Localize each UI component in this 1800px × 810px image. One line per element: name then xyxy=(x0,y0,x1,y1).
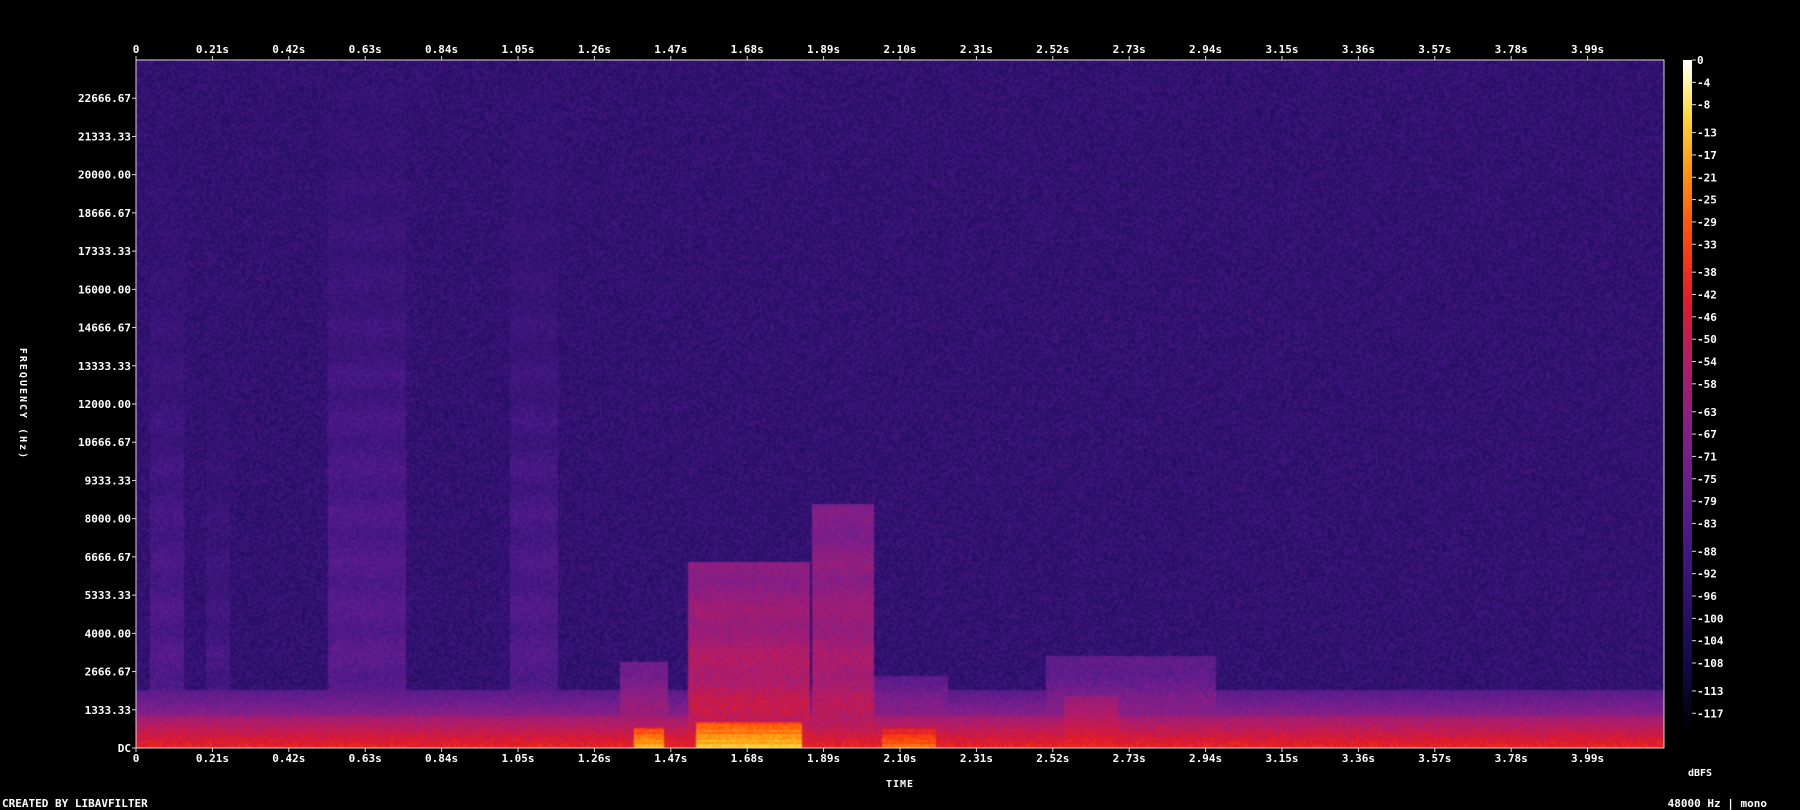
x-tick-label-bottom: 2.31s xyxy=(960,752,993,765)
colorbar-tick-label: -92 xyxy=(1697,568,1717,581)
colorbar-tick-label: -8 xyxy=(1697,99,1710,112)
colorbar-tick-label: -58 xyxy=(1697,378,1717,391)
x-tick-label-top: 2.10s xyxy=(883,43,916,56)
x-tick-label-bottom: 3.36s xyxy=(1342,752,1375,765)
x-tick-label-top: 3.78s xyxy=(1495,43,1528,56)
format-info: 48000 Hz | mono xyxy=(1667,797,1767,810)
y-tick-label: 22666.67 xyxy=(78,92,131,105)
x-axis-label: TIME xyxy=(886,779,914,790)
x-tick-label-top: 1.47s xyxy=(654,43,687,56)
colorbar-tick-label: -113 xyxy=(1697,685,1724,698)
colorbar-unit: dBFS xyxy=(1688,768,1712,779)
y-tick-label: 6666.67 xyxy=(85,551,131,564)
y-tick-label: 14666.67 xyxy=(78,322,131,335)
x-tick-label-bottom: 0.63s xyxy=(349,752,382,765)
y-tick-label: 16000.00 xyxy=(78,283,131,296)
colorbar-tick-label: -96 xyxy=(1697,590,1717,603)
x-tick-label-bottom: 0.42s xyxy=(272,752,305,765)
x-tick-label-top: 3.36s xyxy=(1342,43,1375,56)
x-tick-label-top: 2.31s xyxy=(960,43,993,56)
spectrogram-chart: 0 0.21s 0.42s 0.63s 0.84s 1.05s 1.26s 1.47s 1.68… xyxy=(17,43,1724,790)
y-tick-label: 2666.67 xyxy=(85,666,131,679)
colorbar-tick-label: -71 xyxy=(1697,450,1717,463)
y-tick-label: 4000.00 xyxy=(85,627,131,640)
colorbar-tick-label: -54 xyxy=(1697,356,1717,369)
x-tick-label-top: 3.99s xyxy=(1571,43,1604,56)
x-tick-label-bottom: 1.05s xyxy=(501,752,534,765)
x-tick-label-top: 0.42s xyxy=(272,43,305,56)
x-tick-label-bottom: 1.68s xyxy=(731,752,764,765)
y-axis: DC 1333.33 2666.67 4000.00 5333.33 6666.67 800… xyxy=(78,92,136,755)
colorbar-tick-label: -17 xyxy=(1697,149,1717,162)
x-tick-label-top: 2.94s xyxy=(1189,43,1222,56)
colorbar-tick-label: -50 xyxy=(1697,333,1717,346)
colorbar-tick-label: -13 xyxy=(1697,127,1717,140)
x-tick-label-bottom: 0.21s xyxy=(196,752,229,765)
colorbar-tick-label: -29 xyxy=(1697,216,1717,229)
y-tick-label: 20000.00 xyxy=(78,169,131,182)
colorbar-scale: 0 -4 -8 -13 -17 -21 -25 -29 -33 -38 -42 -46 -50 -54 -5… xyxy=(1692,54,1724,720)
x-tick-label-bottom: 2.10s xyxy=(883,752,916,765)
y-tick-label: 13333.33 xyxy=(78,360,131,373)
colorbar-tick-label: -4 xyxy=(1697,76,1711,89)
y-tick-label: 10666.67 xyxy=(78,436,131,449)
x-tick-label-top: 2.73s xyxy=(1113,43,1146,56)
x-axis-bottom: 0 0.21s 0.42s 0.63s 0.84s 1.05s 1.26s 1.47s 1.68… xyxy=(133,748,1604,765)
colorbar-tick-label: 0 xyxy=(1697,54,1704,67)
x-tick-label-bottom: 0.84s xyxy=(425,752,458,765)
x-tick-label-top: 0 xyxy=(133,43,140,56)
x-tick-label-bottom: 1.26s xyxy=(578,752,611,765)
x-tick-label-bottom: 3.78s xyxy=(1495,752,1528,765)
x-tick-label-bottom: 1.47s xyxy=(654,752,687,765)
colorbar-tick-label: -33 xyxy=(1697,238,1717,251)
x-tick-label-bottom: 3.57s xyxy=(1418,752,1451,765)
y-tick-label: 18666.67 xyxy=(78,207,131,220)
x-tick-label-bottom: 2.52s xyxy=(1036,752,1069,765)
y-tick-label: 1333.33 xyxy=(85,704,131,717)
colorbar-tick-label: -63 xyxy=(1697,406,1717,419)
x-tick-label-top: 2.52s xyxy=(1036,43,1069,56)
x-tick-label-top: 0.63s xyxy=(349,43,382,56)
colorbar-tick-label: -117 xyxy=(1697,707,1724,720)
colorbar-tick-label: -46 xyxy=(1697,311,1717,324)
y-tick-label: 12000.00 xyxy=(78,398,131,411)
x-tick-label-top: 1.68s xyxy=(731,43,764,56)
colorbar-tick-label: -75 xyxy=(1697,473,1717,486)
x-tick-label-bottom: 2.73s xyxy=(1113,752,1146,765)
x-tick-label-top: 1.26s xyxy=(578,43,611,56)
x-tick-label-top: 1.05s xyxy=(501,43,534,56)
x-tick-label-top: 0.84s xyxy=(425,43,458,56)
x-tick-label-bottom: 3.15s xyxy=(1265,752,1298,765)
spectrogram-heatmap xyxy=(136,60,1664,748)
colorbar-tick-label: -79 xyxy=(1697,495,1717,508)
y-tick-label: 17333.33 xyxy=(78,245,131,258)
credit-text: CREATED BY LIBAVFILTER xyxy=(2,797,148,810)
y-tick-label: DC xyxy=(118,742,131,755)
x-axis-top: 0 0.21s 0.42s 0.63s 0.84s 1.05s 1.26s 1.47s 1.68… xyxy=(133,43,1604,60)
colorbar-tick-label: -21 xyxy=(1697,171,1717,184)
x-tick-label-top: 3.57s xyxy=(1418,43,1451,56)
colorbar xyxy=(1683,60,1692,730)
colorbar-tick-label: -42 xyxy=(1697,289,1717,302)
colorbar-tick-label: -104 xyxy=(1697,635,1724,648)
colorbar-tick-label: -38 xyxy=(1697,266,1717,279)
x-tick-label-bottom: 2.94s xyxy=(1189,752,1222,765)
x-tick-label-top: 3.15s xyxy=(1265,43,1298,56)
y-axis-label: FREQUENCY (Hz) xyxy=(17,348,28,460)
x-tick-label-top: 1.89s xyxy=(807,43,840,56)
y-tick-label: 8000.00 xyxy=(85,513,131,526)
y-tick-label: 5333.33 xyxy=(85,589,131,602)
x-tick-label-bottom: 0 xyxy=(133,752,140,765)
x-tick-label-top: 0.21s xyxy=(196,43,229,56)
y-tick-label: 21333.33 xyxy=(78,130,131,143)
colorbar-tick-label: -25 xyxy=(1697,194,1717,207)
colorbar-tick-label: -67 xyxy=(1697,428,1717,441)
y-tick-label: 9333.33 xyxy=(85,474,131,487)
colorbar-tick-label: -100 xyxy=(1697,612,1724,625)
colorbar-tick-label: -88 xyxy=(1697,545,1717,558)
x-tick-label-bottom: 1.89s xyxy=(807,752,840,765)
x-tick-label-bottom: 3.99s xyxy=(1571,752,1604,765)
colorbar-tick-label: -83 xyxy=(1697,517,1717,530)
colorbar-tick-label: -108 xyxy=(1697,657,1724,670)
